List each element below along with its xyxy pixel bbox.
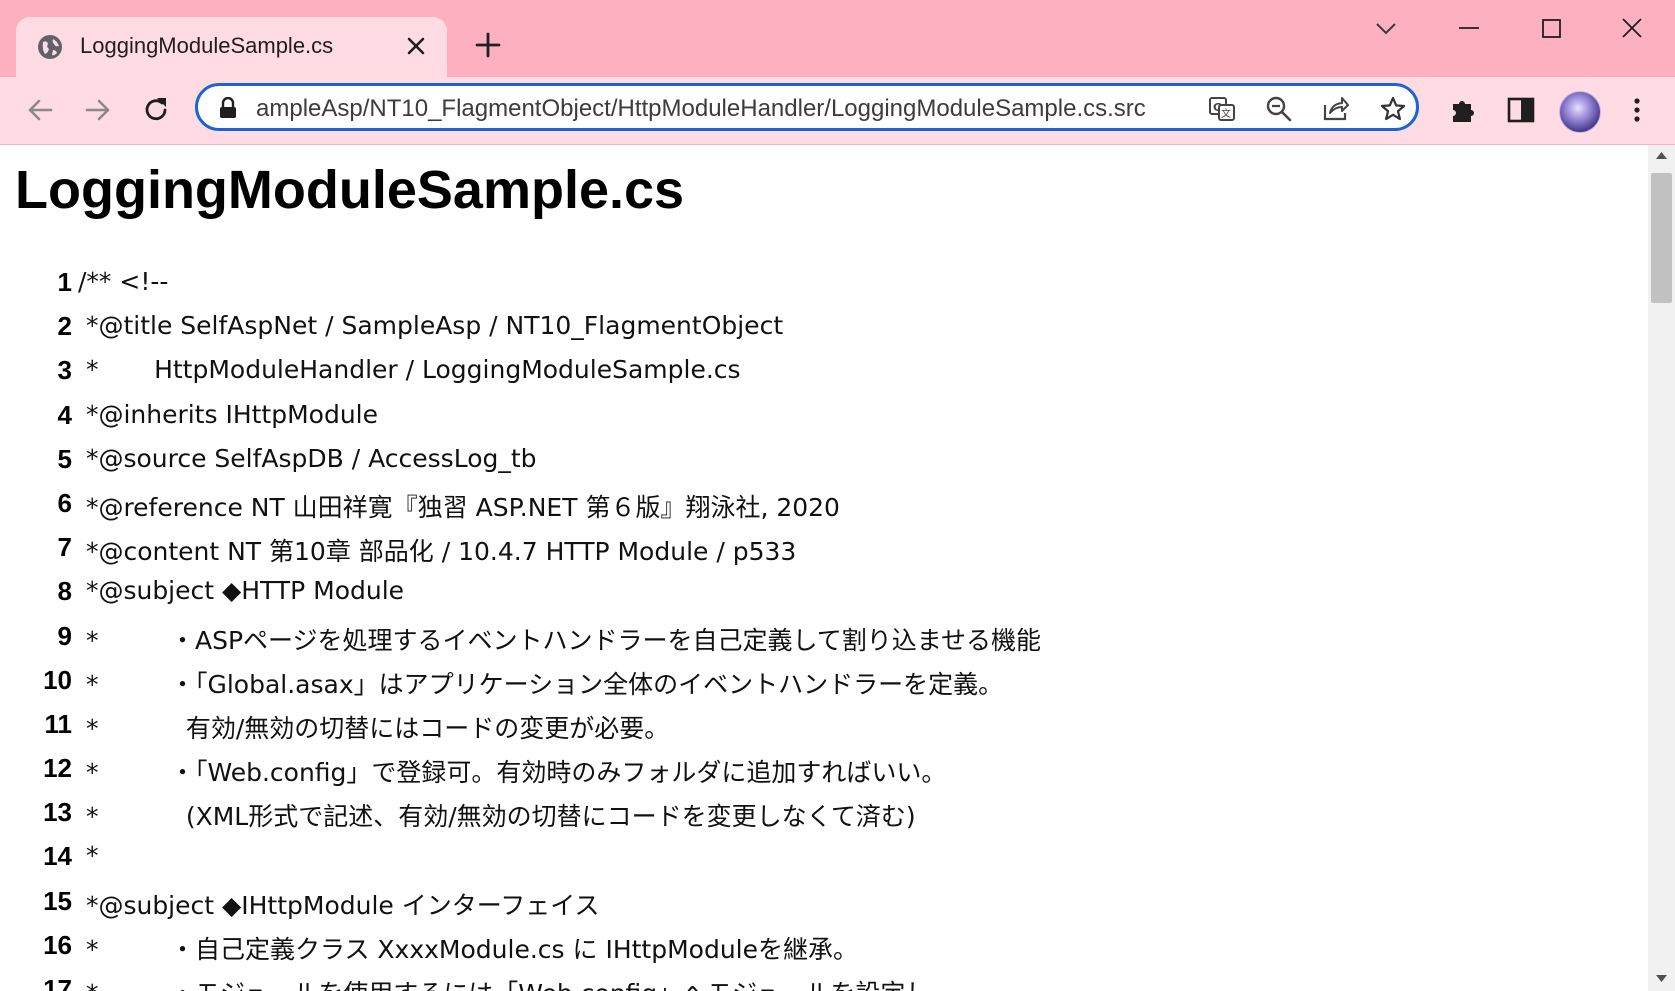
line-number: 3 xyxy=(57,355,72,386)
line-number: 1 xyxy=(57,267,72,297)
side-panel-icon[interactable] xyxy=(1505,94,1537,126)
star-icon[interactable] xyxy=(1379,95,1407,123)
more-vertical-icon[interactable] xyxy=(1621,94,1653,126)
code-line: 14 * xyxy=(0,841,1640,885)
line-text: * HttpModuleHandler / LoggingModuleSampl… xyxy=(78,355,741,385)
line-text: *@subject ◆IHttpModule インターフェイス xyxy=(78,890,600,920)
code-line: 12 * ・「Web.config」で登録可。有効時のみフォルダに追加すればいい… xyxy=(0,753,1640,797)
share-icon[interactable] xyxy=(1322,95,1350,123)
code-listing: 1/** <!-- 2 *@title SelfAspNet / SampleAs… xyxy=(0,267,1640,991)
close-icon[interactable] xyxy=(404,34,428,58)
url-text: ampleAsp/NT10_FlagmentObject/HttpModuleH… xyxy=(256,95,1146,122)
line-text: * 有効/無効の切替にはコードの変更が必要。 xyxy=(78,713,670,743)
code-line: 3 * HttpModuleHandler / LoggingModuleSam… xyxy=(0,355,1640,399)
minimize-icon[interactable] xyxy=(1452,14,1486,44)
tab-title: LoggingModuleSample.cs xyxy=(80,33,334,58)
code-line: 11 * 有効/無効の切替にはコードの変更が必要。 xyxy=(0,709,1640,753)
code-line: 7 *@content NT 第10章 部品化 / 10.4.7 HTTP Mo… xyxy=(0,532,1640,576)
browser-toolbar: ampleAsp/NT10_FlagmentObject/HttpModuleH… xyxy=(0,77,1675,145)
line-text: *@title SelfAspNet / SampleAsp / NT10_Fl… xyxy=(78,311,784,341)
svg-text:文: 文 xyxy=(1221,107,1231,120)
line-text: * xyxy=(78,841,99,871)
line-text: *@source SelfAspDB / AccessLog_tb xyxy=(78,443,537,473)
vertical-scrollbar[interactable] xyxy=(1648,145,1675,991)
page-content: LoggingModuleSample.cs 1/** <!-- 2 *@titl… xyxy=(0,145,1648,991)
line-number: 7 xyxy=(57,532,72,563)
scroll-down-arrow-icon[interactable] xyxy=(1654,973,1669,985)
code-line: 2 *@title SelfAspNet / SampleAsp / NT10_… xyxy=(0,311,1640,355)
code-line: 13 * (XML形式で記述、有効/無効の切替にコードを変更しなくて済む) xyxy=(0,797,1640,841)
reload-icon[interactable] xyxy=(140,94,172,126)
zoom-out-icon[interactable] xyxy=(1265,95,1293,123)
translate-icon[interactable]: G 文 xyxy=(1208,95,1236,123)
code-line: 1/** <!-- xyxy=(0,267,1640,311)
code-line: 17 * ・モジュールを使用するには「Web.config」へモジュールを設定し xyxy=(0,974,1640,991)
profile-avatar[interactable] xyxy=(1559,91,1601,133)
line-number: 4 xyxy=(57,399,72,430)
line-number: 10 xyxy=(43,664,72,695)
line-number: 2 xyxy=(57,311,72,342)
line-number: 15 xyxy=(43,885,72,916)
code-line: 16 * ・自己定義クラス XxxxModule.cs に IHttpModul… xyxy=(0,930,1640,974)
tab-strip: LoggingModuleSample.cs xyxy=(0,0,1675,77)
active-tab[interactable]: LoggingModuleSample.cs xyxy=(16,17,447,77)
chevron-down-icon[interactable] xyxy=(1369,14,1403,44)
line-number: 14 xyxy=(43,841,72,872)
scroll-up-arrow-icon[interactable] xyxy=(1654,149,1669,161)
puzzle-icon[interactable] xyxy=(1447,94,1479,126)
line-text: * ・自己定義クラス XxxxModule.cs に IHttpModuleを継… xyxy=(78,934,858,964)
forward-arrow-icon[interactable] xyxy=(82,94,114,126)
page-title: LoggingModuleSample.cs xyxy=(15,160,685,220)
line-number: 6 xyxy=(57,487,72,518)
line-number: 5 xyxy=(57,443,72,474)
line-number: 9 xyxy=(57,620,72,651)
line-text: * ・「Web.config」で登録可。有効時のみフォルダに追加すればいい。 xyxy=(78,758,947,788)
scroll-thumb[interactable] xyxy=(1651,173,1672,303)
lock-icon[interactable] xyxy=(218,97,238,119)
plus-icon[interactable] xyxy=(473,30,503,60)
line-text: /** <!-- xyxy=(78,267,169,296)
line-number: 12 xyxy=(43,753,72,784)
line-number: 16 xyxy=(43,929,72,960)
line-number: 17 xyxy=(43,974,72,991)
url-field[interactable]: ampleAsp/NT10_FlagmentObject/HttpModuleH… xyxy=(256,95,1186,123)
code-line: 8 *@subject ◆HTTP Module xyxy=(0,576,1640,620)
back-arrow-icon[interactable] xyxy=(24,94,56,126)
code-line: 9 * ・ASPページを処理するイベントハンドラーを自己定義して割り込ませる機能 xyxy=(0,621,1640,665)
code-line: 5 *@source SelfAspDB / AccessLog_tb xyxy=(0,444,1640,488)
line-text: *@reference NT 山田祥寛『独習 ASP.NET 第６版』翔泳社, … xyxy=(78,492,840,522)
code-line: 6 *@reference NT 山田祥寛『独習 ASP.NET 第６版』翔泳社… xyxy=(0,488,1640,532)
close-window-icon[interactable] xyxy=(1615,14,1649,44)
line-text: * ・「Global.asax」はアプリケーション全体のイベントハンドラーを定義… xyxy=(78,669,1004,699)
line-number: 13 xyxy=(43,797,72,828)
code-line: 10 * ・「Global.asax」はアプリケーション全体のイベントハンドラー… xyxy=(0,665,1640,709)
line-text: * (XML形式で記述、有効/無効の切替にコードを変更しなくて済む) xyxy=(78,802,916,832)
code-line: 15 *@subject ◆IHttpModule インターフェイス xyxy=(0,886,1640,930)
address-bar[interactable]: ampleAsp/NT10_FlagmentObject/HttpModuleH… xyxy=(195,83,1419,131)
line-text: *@subject ◆HTTP Module xyxy=(78,576,405,606)
line-text: *@inherits IHttpModule xyxy=(78,399,379,429)
line-number: 11 xyxy=(44,708,73,739)
globe-icon xyxy=(38,35,62,59)
line-text: * ・ASPページを処理するイベントハンドラーを自己定義して割り込ませる機能 xyxy=(78,625,1042,655)
line-text: * ・モジュールを使用するには「Web.config」へモジュールを設定し xyxy=(78,974,931,991)
line-text: *@content NT 第10章 部品化 / 10.4.7 HTTP Modu… xyxy=(78,537,797,567)
maximize-icon[interactable] xyxy=(1534,14,1568,44)
line-number: 8 xyxy=(57,576,72,607)
code-line: 4 *@inherits IHttpModule xyxy=(0,400,1640,444)
